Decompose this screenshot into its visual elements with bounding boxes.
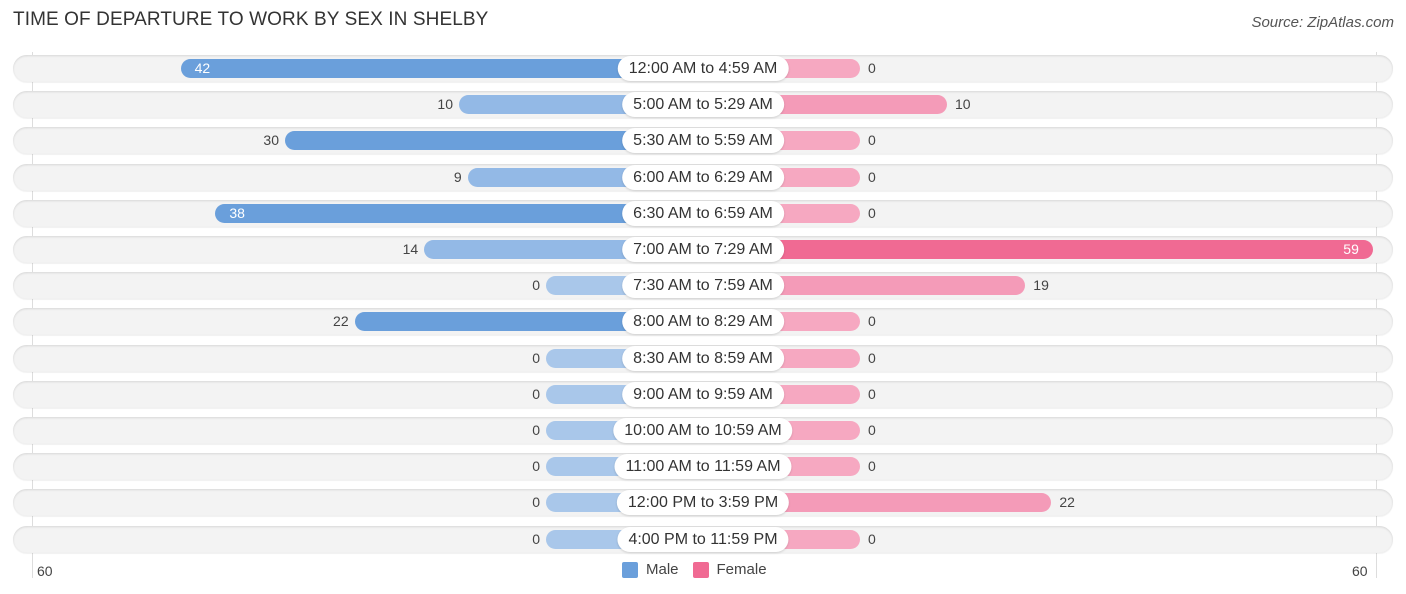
chart-row: 6:00 AM to 6:29 AM 9 0: [13, 163, 1393, 191]
category-label: 12:00 PM to 3:59 PM: [616, 490, 790, 516]
category-label: 8:00 AM to 8:29 AM: [622, 309, 784, 335]
chart-row: 9:00 AM to 9:59 AM 0 0: [13, 380, 1393, 408]
value-label-female: 0: [868, 349, 876, 366]
value-label-female: 22: [1059, 494, 1075, 511]
category-label: 9:00 AM to 9:59 AM: [622, 381, 784, 407]
value-label-female: 0: [868, 204, 876, 221]
category-label: 11:00 AM to 11:59 AM: [614, 454, 792, 480]
value-label-male: 0: [532, 422, 540, 438]
value-label-male: 0: [532, 530, 540, 547]
legend-label-female: Female: [716, 561, 767, 578]
value-label-male: 0: [532, 385, 540, 402]
bar-female: [703, 240, 1374, 259]
category-label: 8:30 AM to 8:59 AM: [622, 345, 784, 371]
category-label: 7:00 AM to 7:29 AM: [622, 237, 784, 262]
value-label-female: 0: [868, 422, 876, 438]
legend-label-male: Male: [646, 561, 679, 578]
value-label-male: 38: [229, 204, 245, 221]
chart-title: TIME OF DEPARTURE TO WORK BY SEX IN SHEL…: [13, 9, 489, 30]
value-label-female: 0: [868, 60, 876, 76]
value-label-female: 19: [1033, 277, 1049, 294]
chart-row: 8:30 AM to 8:59 AM 0 0: [13, 344, 1393, 372]
value-label-male: 0: [532, 494, 540, 511]
category-label: 6:00 AM to 6:29 AM: [622, 164, 784, 190]
chart-row: 12:00 AM to 4:59 AM 42 0: [13, 55, 1393, 82]
chart-row: 5:00 AM to 5:29 AM 10 10: [13, 91, 1393, 119]
category-label: 5:00 AM to 5:29 AM: [622, 92, 784, 118]
source-label: Source: ZipAtlas.com: [1251, 14, 1394, 31]
category-label: 4:00 PM to 11:59 PM: [617, 526, 789, 552]
value-label-female: 0: [868, 385, 876, 402]
axis-label-right: 60: [1352, 563, 1368, 579]
value-label-female: 0: [868, 530, 876, 547]
value-label-male: 0: [532, 458, 540, 475]
value-label-male: 9: [453, 168, 462, 185]
value-label-female: 59: [1343, 241, 1359, 257]
chart-row: 11:00 AM to 11:59 AM 0 0: [13, 453, 1393, 481]
value-label-male: 22: [333, 313, 349, 330]
axis-label-left: 60: [37, 563, 53, 579]
value-label-female: 0: [868, 132, 876, 149]
value-label-female: 0: [868, 458, 876, 475]
value-label-male: 14: [402, 241, 419, 257]
chart-row: 7:30 AM to 7:59 AM 0 19: [13, 272, 1393, 300]
chart-row: 7:00 AM to 7:29 AM 14 59: [13, 236, 1393, 263]
legend-swatch-female: [692, 561, 709, 578]
value-label-female: 0: [868, 313, 876, 330]
value-label-male: 30: [263, 132, 279, 149]
chart-row: 10:00 AM to 10:59 AM 0 0: [13, 417, 1393, 444]
chart-row: 8:00 AM to 8:29 AM 22 0: [13, 308, 1393, 336]
category-label: 12:00 AM to 4:59 AM: [617, 56, 789, 81]
chart-row: 6:30 AM to 6:59 AM 38 0: [13, 199, 1393, 227]
legend: Male Female: [622, 561, 767, 578]
category-label: 6:30 AM to 6:59 AM: [622, 200, 784, 226]
chart-row: 4:00 PM to 11:59 PM 0 0: [13, 525, 1393, 553]
category-label: 5:30 AM to 5:59 AM: [622, 128, 784, 154]
value-label-male: 42: [194, 60, 211, 76]
chart-row: 12:00 PM to 3:59 PM 0 22: [13, 489, 1393, 517]
category-label: 10:00 AM to 10:59 AM: [613, 418, 793, 443]
value-label-male: 10: [437, 96, 453, 113]
legend-swatch-male: [622, 561, 638, 578]
value-label-male: 0: [532, 349, 540, 366]
category-label: 7:30 AM to 7:59 AM: [622, 273, 784, 299]
chart-row: 5:30 AM to 5:59 AM 30 0: [13, 127, 1393, 155]
value-label-female: 10: [955, 96, 971, 113]
value-label-female: 0: [868, 168, 876, 185]
value-label-male: 0: [532, 277, 540, 294]
